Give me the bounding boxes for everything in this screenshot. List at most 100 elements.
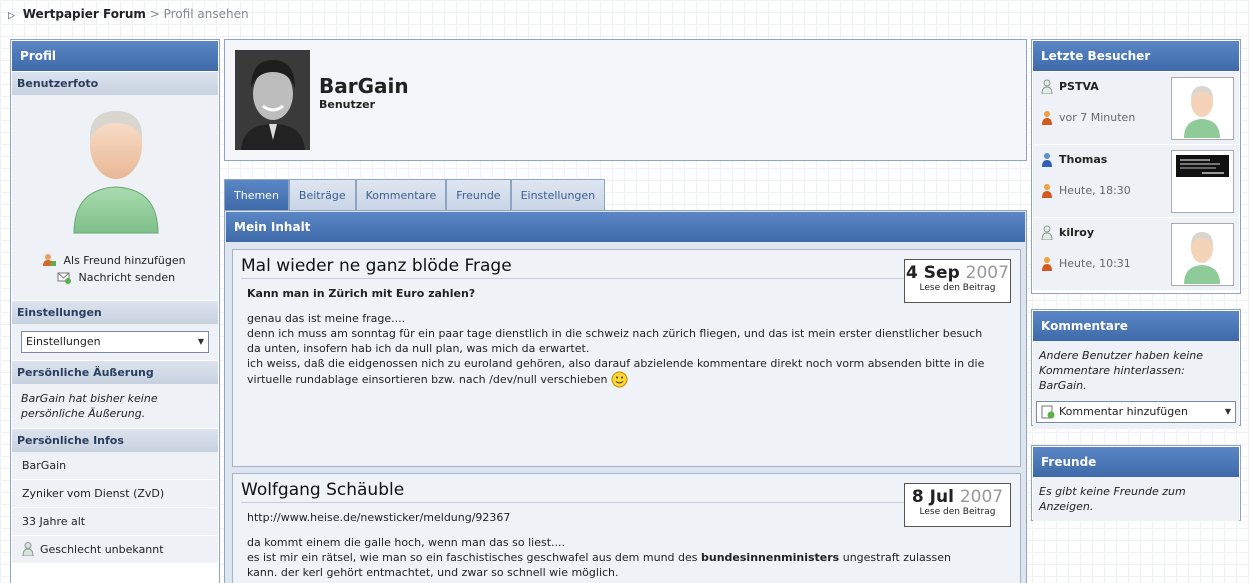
tab-kommentare[interactable]: Kommentare bbox=[355, 179, 447, 211]
add-friend-icon bbox=[43, 254, 56, 266]
settings-body: Einstellungen ▼ bbox=[12, 324, 218, 360]
visitor-image bbox=[1176, 155, 1229, 177]
breadcrumb-current: Profil ansehen bbox=[163, 7, 249, 21]
settings-select[interactable]: Einstellungen ▼ bbox=[21, 331, 209, 353]
visitor-name[interactable]: kilroy bbox=[1059, 226, 1094, 239]
comments-panel: Kommentare Andere Benutzer haben keine K… bbox=[1031, 309, 1241, 429]
visitor-avatar[interactable] bbox=[1171, 150, 1234, 213]
send-message-link[interactable]: Nachricht senden bbox=[57, 270, 175, 284]
visitor-item: Thomas Heute, 18:30 bbox=[1033, 144, 1239, 217]
comments-actions: Kommentar hinzufügen ▼ bbox=[1033, 397, 1239, 429]
user-icon bbox=[1041, 225, 1053, 240]
info-gender: Geschlecht unbekannt bbox=[12, 536, 218, 564]
info-gender-label: Geschlecht unbekannt bbox=[40, 543, 164, 556]
add-friend-link[interactable]: Als Freund hinzufügen bbox=[42, 253, 186, 267]
add-comment-select[interactable]: Kommentar hinzufügen ▼ bbox=[1036, 401, 1236, 423]
chevron-down-icon: ▼ bbox=[197, 337, 204, 346]
default-avatar-icon bbox=[73, 111, 159, 234]
tab-einstellungen[interactable]: Einstellungen bbox=[510, 179, 606, 211]
user-photo-icon bbox=[235, 50, 310, 150]
info-username: BarGain bbox=[12, 452, 218, 480]
user-icon bbox=[1041, 79, 1053, 94]
breadcrumb: ▷ Wertpapier Forum > Profil ansehen bbox=[8, 7, 249, 21]
topic-title[interactable]: Wolfgang Schäuble bbox=[241, 480, 404, 500]
comments-title: Kommentare bbox=[1033, 311, 1239, 341]
profile-card: BarGain Benutzer bbox=[224, 39, 1027, 161]
visitor-name[interactable]: PSTVA bbox=[1059, 80, 1099, 93]
user-avatar bbox=[235, 50, 310, 150]
topic-paragraph: da kommt einem die galle hoch, wenn man … bbox=[247, 536, 566, 549]
gender-unknown-icon bbox=[22, 542, 34, 556]
male-user-icon bbox=[1042, 153, 1052, 167]
tab-themen[interactable]: Themen bbox=[224, 179, 289, 211]
tab-beitraege[interactable]: Beiträge bbox=[288, 179, 356, 211]
message-icon bbox=[57, 272, 71, 284]
topic-body: http://www.heise.de/newsticker/meldung/9… bbox=[247, 510, 990, 580]
settings-header: Einstellungen bbox=[12, 300, 218, 324]
visit-icon bbox=[1042, 184, 1052, 198]
profile-tabs: Themen Beiträge Kommentare Freunde Einst… bbox=[224, 179, 606, 211]
personal-statement-text: BarGain hat bisher keine persönliche Äuß… bbox=[12, 384, 218, 428]
comments-empty-text: Andere Benutzer haben keine Kommentare h… bbox=[1033, 341, 1239, 397]
profile-username: BarGain bbox=[319, 74, 409, 98]
visitor-avatar[interactable] bbox=[1171, 77, 1234, 140]
topic-entry: Mal wieder ne ganz blöde Frage 4 Sep 200… bbox=[232, 249, 1021, 467]
settings-select-value: Einstellungen bbox=[26, 335, 101, 348]
topic-bold-text: bundesinnenministers bbox=[701, 551, 840, 564]
topic-divider bbox=[241, 278, 1010, 279]
friends-title: Freunde bbox=[1033, 447, 1239, 477]
visit-icon bbox=[1042, 111, 1052, 125]
topic-paragraph: ich weiss, daß die eidgenossen nich zu e… bbox=[247, 356, 990, 388]
topic-text: es ist mir ein rätsel, wie man so ein fa… bbox=[247, 551, 698, 564]
personal-statement-header: Persönliche Äußerung bbox=[12, 360, 218, 384]
visitor-time: Heute, 18:30 bbox=[1059, 184, 1131, 197]
topic-lead: Kann man in Zürich mit Euro zahlen? bbox=[247, 287, 476, 300]
breadcrumb-home-link[interactable]: Wertpapier Forum bbox=[23, 7, 146, 21]
topic-text: ungestraft zulassen bbox=[842, 551, 951, 564]
topic-link[interactable]: http://www.heise.de/newsticker/meldung/9… bbox=[247, 510, 990, 525]
profile-role: Benutzer bbox=[319, 98, 376, 111]
add-comment-icon bbox=[1041, 405, 1055, 419]
topic-paragraph: genau das ist meine frage.... bbox=[247, 312, 406, 325]
tab-freunde[interactable]: Freunde bbox=[446, 179, 511, 211]
default-avatar-icon bbox=[1184, 86, 1220, 138]
profile-sidebar: Profil Benutzerfoto Als Freund hinzufüge… bbox=[10, 39, 220, 583]
chevron-down-icon: ▼ bbox=[1224, 407, 1231, 416]
visitor-item: kilroy Heute, 10:31 bbox=[1033, 217, 1239, 290]
visitor-time: Heute, 10:31 bbox=[1059, 257, 1131, 270]
my-content-header: Mein Inhalt bbox=[226, 212, 1025, 242]
add-comment-label: Kommentar hinzufügen bbox=[1059, 405, 1188, 418]
recent-visitors-title: Letzte Besucher bbox=[1033, 41, 1239, 71]
info-age: 33 Jahre alt bbox=[12, 508, 218, 536]
breadcrumb-separator: > bbox=[149, 7, 160, 21]
topic-paragraph: es ist mir ein rätsel, wie man so ein fa… bbox=[247, 550, 990, 565]
smiley-icon bbox=[611, 371, 628, 388]
recent-visitors-panel: Letzte Besucher PSTVA vor 7 Minuten Thom… bbox=[1031, 39, 1241, 294]
topic-year: 2007 bbox=[965, 263, 1009, 283]
default-avatar-icon bbox=[1184, 232, 1220, 284]
topic-year: 2007 bbox=[959, 487, 1004, 507]
visitor-name[interactable]: Thomas bbox=[1059, 153, 1107, 166]
add-friend-label: Als Freund hinzufügen bbox=[63, 254, 186, 267]
topic-divider bbox=[241, 502, 1010, 503]
triangle-icon: ▷ bbox=[8, 11, 15, 21]
topic-date: 8 Jul bbox=[911, 487, 954, 507]
user-photo-header: Benutzerfoto bbox=[12, 71, 218, 95]
visit-icon bbox=[1042, 257, 1052, 271]
visitor-time: vor 7 Minuten bbox=[1059, 111, 1136, 124]
my-content-panel: Mein Inhalt Mal wieder ne ganz blöde Fra… bbox=[224, 210, 1027, 583]
visitor-avatar[interactable] bbox=[1171, 223, 1234, 286]
topic-body: Kann man in Zürich mit Euro zahlen? gena… bbox=[247, 286, 990, 388]
user-photo-area: Als Freund hinzufügen Nachricht senden bbox=[12, 95, 218, 300]
topic-paragraph: kann. der kerl gehört entmachtet, und zw… bbox=[247, 566, 619, 579]
friends-panel: Freunde Es gibt keine Freunde zum Anzeig… bbox=[1031, 445, 1241, 521]
personal-info-header: Persönliche Infos bbox=[12, 428, 218, 452]
friends-empty-text: Es gibt keine Freunde zum Anzeigen. bbox=[1033, 477, 1239, 521]
topic-date: 4 Sep bbox=[906, 263, 960, 283]
topic-paragraph: denn ich muss am sonntag für ein paar ta… bbox=[247, 327, 983, 355]
send-message-label: Nachricht senden bbox=[78, 271, 176, 284]
visitor-item: PSTVA vor 7 Minuten bbox=[1033, 71, 1239, 144]
profile-panel-title: Profil bbox=[12, 41, 218, 71]
topic-entry: Wolfgang Schäuble 8 Jul 2007 Lese den Be… bbox=[232, 473, 1021, 583]
topic-title[interactable]: Mal wieder ne ganz blöde Frage bbox=[241, 256, 512, 276]
